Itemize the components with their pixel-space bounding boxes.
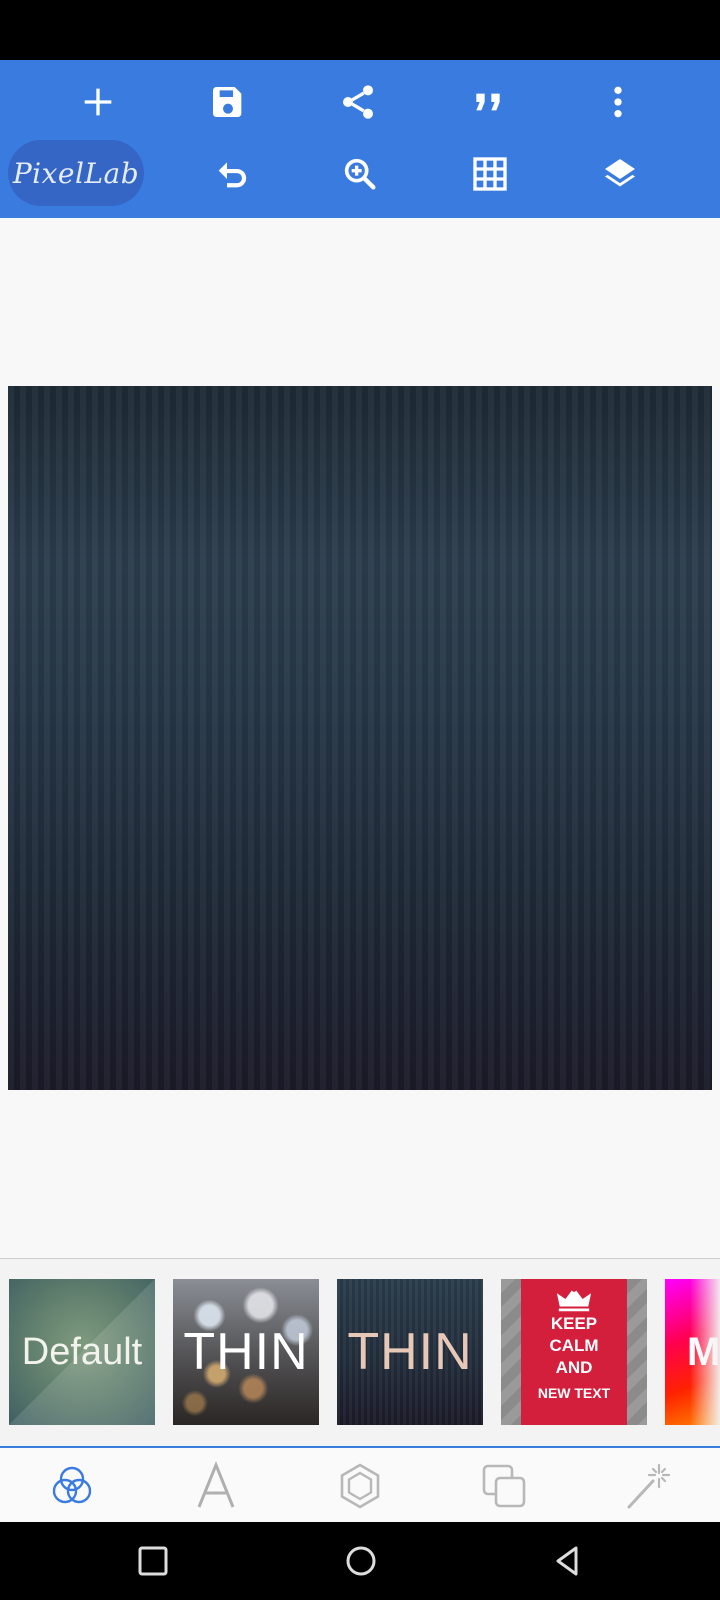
recents-icon bbox=[138, 1546, 168, 1576]
more-options-button[interactable] bbox=[586, 70, 650, 134]
back-icon bbox=[556, 1546, 578, 1576]
preset-strip: Default THIN THIN KEEP CALM AND NEW TEXT… bbox=[0, 1258, 720, 1446]
preset-thin-dark[interactable]: THIN bbox=[337, 1279, 483, 1425]
layers-button[interactable] bbox=[588, 142, 652, 206]
more-vert-icon bbox=[614, 86, 622, 118]
tab-shape[interactable] bbox=[330, 1458, 390, 1514]
save-button[interactable] bbox=[196, 70, 260, 134]
blend-icon bbox=[52, 1466, 92, 1504]
preset-default-label: Default bbox=[21, 1330, 143, 1373]
share-button[interactable] bbox=[326, 70, 390, 134]
preset-thin-dark-label: THIN bbox=[347, 1323, 473, 1381]
home-icon bbox=[346, 1546, 376, 1576]
shape-icon bbox=[340, 1463, 380, 1509]
crown-icon bbox=[556, 1287, 592, 1312]
tab-effects[interactable] bbox=[618, 1458, 678, 1514]
save-icon bbox=[213, 87, 242, 117]
text-icon bbox=[197, 1461, 235, 1508]
keep-line-2: CALM bbox=[549, 1336, 599, 1355]
magic-wand-icon bbox=[627, 1463, 671, 1509]
zoom-button[interactable] bbox=[328, 142, 392, 206]
back-button[interactable] bbox=[542, 1536, 592, 1586]
preset-thin-bokeh[interactable]: THIN bbox=[173, 1279, 319, 1425]
tab-duplicate[interactable] bbox=[474, 1458, 534, 1514]
share-icon bbox=[343, 85, 373, 119]
layers-icon bbox=[605, 159, 635, 187]
scroll-fade bbox=[690, 1259, 720, 1446]
zoom-in-icon bbox=[344, 158, 376, 190]
preset-thin-bokeh-label: THIN bbox=[183, 1323, 309, 1381]
recents-button[interactable] bbox=[128, 1536, 178, 1586]
grid-icon bbox=[473, 157, 507, 191]
grid-button[interactable] bbox=[458, 142, 522, 206]
copy-icon bbox=[482, 1464, 526, 1508]
preset-default[interactable]: Default bbox=[9, 1279, 155, 1425]
home-button[interactable] bbox=[336, 1536, 386, 1586]
design-canvas[interactable] bbox=[8, 386, 712, 1090]
keep-calm-card: KEEP CALM AND NEW TEXT bbox=[521, 1279, 627, 1425]
quote-icon bbox=[476, 93, 500, 111]
top-toolbar: PixelLab bbox=[0, 60, 720, 218]
quote-button[interactable] bbox=[456, 70, 520, 134]
keep-line-4: NEW TEXT bbox=[537, 1385, 611, 1401]
bottom-tab-bar bbox=[0, 1446, 720, 1522]
keep-line-3: AND bbox=[555, 1358, 593, 1377]
preset-keep-calm[interactable]: KEEP CALM AND NEW TEXT bbox=[501, 1279, 647, 1425]
pixellab-logo[interactable]: PixelLab bbox=[8, 140, 144, 206]
undo-button[interactable] bbox=[200, 142, 264, 206]
logo-text: PixelLab bbox=[12, 156, 140, 190]
tab-blend[interactable] bbox=[42, 1458, 102, 1514]
add-button[interactable] bbox=[66, 70, 130, 134]
plus-icon bbox=[84, 88, 112, 116]
tab-text[interactable] bbox=[186, 1458, 246, 1514]
undo-icon bbox=[218, 162, 247, 188]
system-nav-bar bbox=[0, 1522, 720, 1600]
status-bar bbox=[0, 0, 720, 60]
keep-line-1: KEEP bbox=[550, 1314, 598, 1333]
